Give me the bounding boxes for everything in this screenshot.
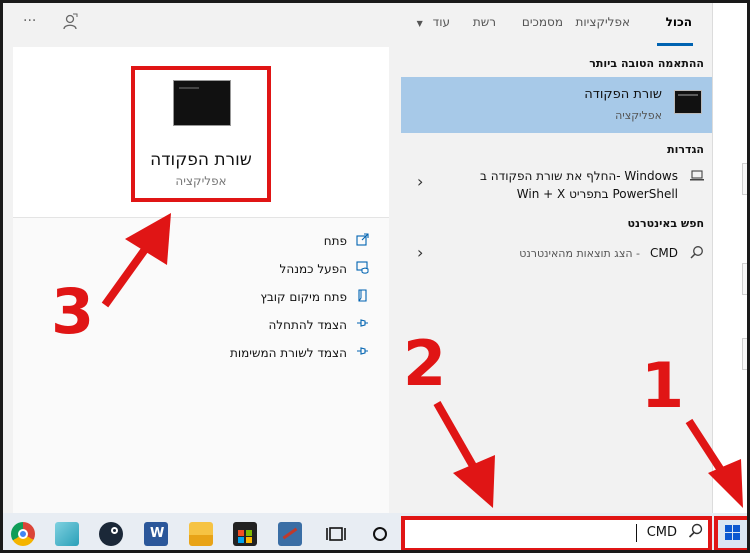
annotation-arrow-1 [685, 418, 743, 508]
annotation-arrows [101, 213, 743, 508]
annotation-arrow-3 [101, 213, 171, 308]
annotation-arrow-2 [433, 401, 495, 508]
screenshot-frame: הכול אפליקציות מסמכים רשת עוד ▼ ··· ההתא… [0, 0, 750, 553]
